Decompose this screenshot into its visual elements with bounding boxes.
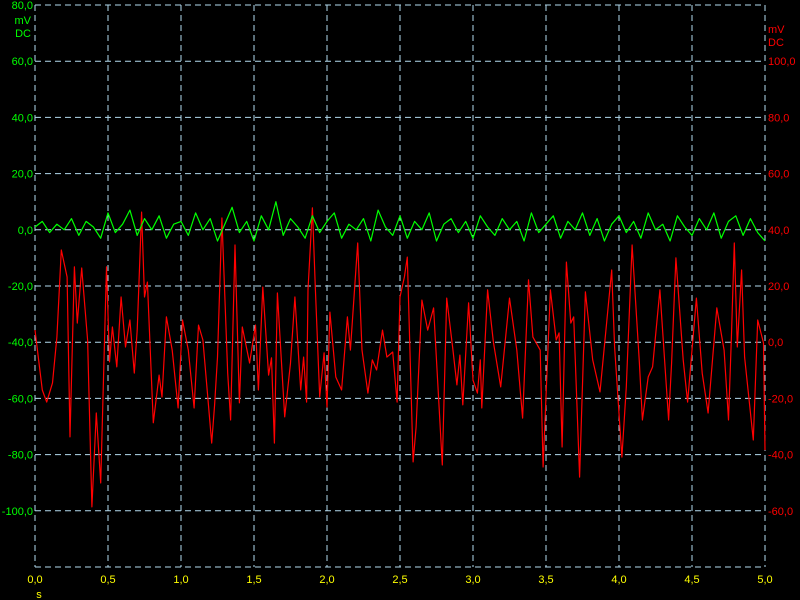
left-tick-label: 80,0: [12, 0, 33, 12]
left-tick-label: -80,0: [8, 450, 33, 462]
x-tick-label: 2,0: [319, 574, 334, 586]
left-tick-label: -40,0: [8, 337, 33, 349]
right-tick-label: 100,0: [768, 56, 796, 68]
x-tick-label: 3,0: [465, 574, 480, 586]
left-unit-label: mV: [15, 15, 32, 27]
left-tick-label: -100,0: [2, 506, 33, 518]
x-tick-label: 3,5: [538, 574, 553, 586]
left-tick-label: 20,0: [12, 169, 33, 181]
x-tick-label: 5,0: [757, 574, 772, 586]
right-tick-label: 20,0: [768, 281, 789, 293]
right-tick-label: 60,0: [768, 169, 789, 181]
left-tick-label: 0,0: [18, 225, 33, 237]
right-unit-label: mV: [768, 24, 785, 36]
x-tick-label: 0,0: [27, 574, 42, 586]
x-tick-label: 1,0: [173, 574, 188, 586]
right-tick-label: -40,0: [768, 450, 793, 462]
left-tick-label: 40,0: [12, 112, 33, 124]
right-tick-label: 0,0: [768, 337, 783, 349]
x-tick-label: 4,0: [611, 574, 626, 586]
x-axis-unit-label: s: [36, 589, 42, 600]
right-tick-label: -20,0: [768, 393, 793, 405]
right-tick-label: 40,0: [768, 225, 789, 237]
x-tick-label: 2,5: [392, 574, 407, 586]
x-tick-label: 4,5: [684, 574, 699, 586]
left-tick-label: -60,0: [8, 393, 33, 405]
left-coupling-label: DC: [15, 28, 31, 40]
x-tick-label: 1,5: [246, 574, 261, 586]
right-tick-label: 80,0: [768, 112, 789, 124]
left-tick-label: -20,0: [8, 281, 33, 293]
right-tick-label: -60,0: [768, 506, 793, 518]
right-coupling-label: DC: [768, 37, 784, 49]
oscilloscope-chart: mV DC mV DC s 0,0 0,5 1,0 1,5 2,0 2,5 3,0 3,5 4,…: [2, 0, 796, 600]
left-tick-label: 60,0: [12, 56, 33, 68]
x-tick-label: 0,5: [100, 574, 115, 586]
